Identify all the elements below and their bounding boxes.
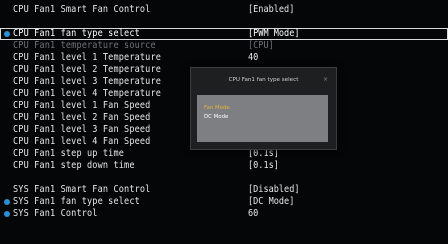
setting-label: CPU Fan1 step down time [13, 160, 135, 171]
setting-value: [CPU] [248, 40, 274, 51]
setting-label: SYS Fan1 Control [13, 208, 98, 219]
setting-value: [PWM Mode] [248, 28, 300, 39]
setting-value: [Disabled] [248, 184, 300, 195]
setting-row-cpu-fan1-step-down-time[interactable]: CPU Fan1 step down time [0.1s] [0, 160, 448, 172]
setting-row-sys-fan1-control[interactable]: SYS Fan1 Control 60 [0, 208, 448, 220]
setting-label: CPU Fan1 fan type select [13, 28, 140, 39]
setting-label: CPU Fan1 level 3 Temperature [13, 76, 162, 87]
setting-value: [Enabled] [248, 4, 295, 15]
dialog-title: CPU Fan1 fan type select [228, 77, 299, 83]
close-icon[interactable]: × [323, 76, 328, 83]
bullet-icon [4, 30, 10, 37]
setting-label: CPU Fan1 level 3 Fan Speed [13, 124, 151, 135]
setting-row-cpu-fan1-smart-fan-control[interactable]: CPU Fan1 Smart Fan Control [Enabled] [0, 4, 448, 16]
setting-row-cpu-fan1-level1-temperature[interactable]: CPU Fan1 level 1 Temperature 40 [0, 52, 448, 64]
setting-value: [0.1s] [248, 160, 279, 171]
setting-label: CPU Fan1 level 4 Fan Speed [13, 136, 151, 147]
setting-label: CPU Fan1 step up time [13, 148, 125, 159]
setting-value: [DC Mode] [248, 196, 295, 207]
setting-value: 40 [248, 52, 259, 63]
setting-label: CPU Fan1 temperature source [13, 40, 156, 51]
setting-label: SYS Fan1 fan type select [13, 196, 140, 207]
setting-label: CPU Fan1 Smart Fan Control [13, 4, 151, 15]
bios-fan-settings-screen: CPU Fan1 Smart Fan Control [Enabled] CPU… [0, 0, 448, 244]
setting-label: CPU Fan1 level 4 Temperature [13, 88, 162, 99]
setting-label: SYS Fan1 Smart Fan Control [13, 184, 151, 195]
setting-label: CPU Fan1 level 1 Fan Speed [13, 100, 151, 111]
setting-value: 60 [248, 208, 259, 219]
option-fan-mode[interactable]: Fan Mode [204, 105, 230, 111]
bullet-icon [4, 210, 10, 217]
setting-row-sys-fan1-smart-fan-control[interactable]: SYS Fan1 Smart Fan Control [Disabled] [0, 184, 448, 196]
setting-label: CPU Fan1 level 2 Temperature [13, 64, 162, 75]
fan-type-select-dialog: CPU Fan1 fan type select × Fan Mode DC M… [190, 67, 337, 150]
setting-label: CPU Fan1 level 2 Fan Speed [13, 112, 151, 123]
setting-row-sys-fan1-fan-type-select[interactable]: SYS Fan1 fan type select [DC Mode] [0, 196, 448, 208]
bullet-icon [4, 198, 10, 205]
setting-row-cpu-fan1-temperature-source: CPU Fan1 temperature source [CPU] [0, 40, 448, 52]
option-list: Fan Mode DC Mode [197, 95, 328, 142]
setting-label: CPU Fan1 level 1 Temperature [13, 52, 162, 63]
option-dc-mode[interactable]: DC Mode [204, 114, 228, 120]
setting-row-cpu-fan1-fan-type-select[interactable]: CPU Fan1 fan type select [PWM Mode] [0, 28, 448, 40]
